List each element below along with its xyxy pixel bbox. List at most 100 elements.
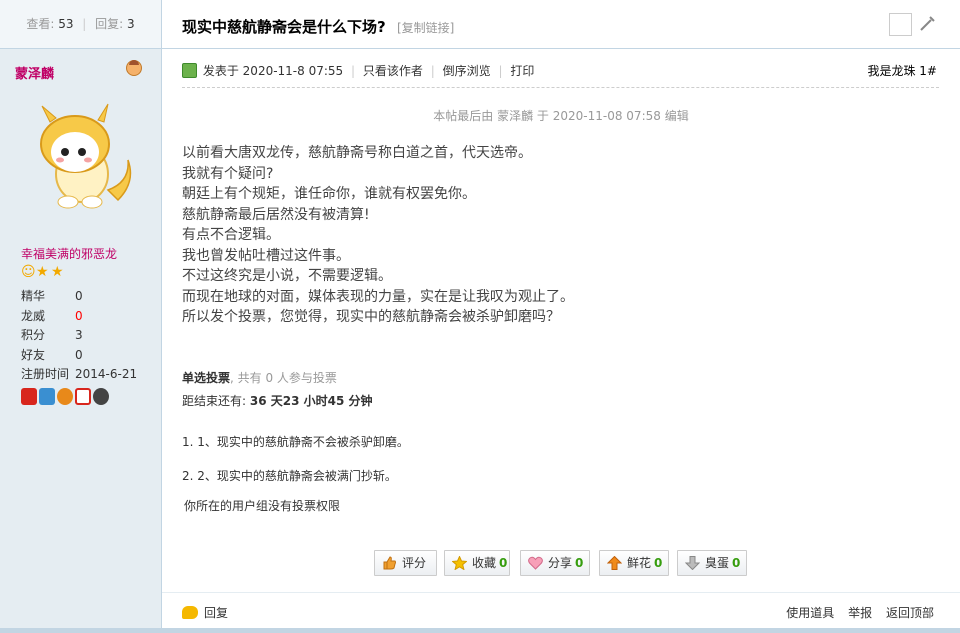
poll-count: , 共有 0 人参与投票 (230, 371, 337, 385)
thread-title: 现实中慈航静斋会是什么下场? [复制链接] (182, 16, 454, 37)
medal-icon[interactable] (39, 388, 55, 405)
flower-label: 鲜花 (627, 556, 652, 570)
stat-row: 精华 0 (21, 287, 137, 307)
stat-key: 精华 (21, 289, 46, 303)
views-count: 53 (58, 17, 74, 31)
footer-links: 使用道具 举报 返回顶部 (776, 604, 934, 621)
author-name[interactable]: 蒙泽麟 (15, 63, 54, 82)
reply-icon (182, 606, 198, 619)
sun-icon: ☺ (21, 264, 36, 280)
divider: | (351, 64, 356, 78)
stat-value: 0 (75, 308, 83, 323)
stat-value[interactable]: 0 (75, 348, 83, 362)
content-line: 我也曾发帖吐槽过这件事。 (182, 247, 350, 264)
favorite-button[interactable]: 收藏 0 (444, 550, 510, 576)
divider: | (430, 64, 435, 78)
stat-row: 龙威 0 (21, 307, 137, 327)
divider (162, 48, 960, 49)
star-icon (452, 556, 467, 570)
poll-deadline: 距结束还有: 36 天23 小时45 分钟 (182, 392, 373, 409)
print-link[interactable]: 打印 (510, 64, 534, 78)
reply-button[interactable]: 回复 (182, 604, 228, 621)
post-content: 以前看大唐双龙传，慈航静斋号称白道之首，代天选帝。 我就有个疑问? 朝廷上有个规… (182, 143, 574, 328)
replies-label: 回复: (95, 17, 124, 31)
content-line: 而现在地球的对面，媒体表现的力量，实在是让我叹为观止了。 (182, 288, 574, 305)
floor-number[interactable]: 我是龙珠 1# (867, 62, 937, 80)
medal-icon[interactable] (93, 388, 109, 405)
thread-stats: 查看: 53 | 回复: 3 (0, 0, 161, 49)
thumb-up-icon (383, 556, 396, 570)
stat-row: 积分 3 (21, 326, 137, 346)
use-tool-link[interactable]: 使用道具 (786, 606, 834, 620)
medal-icon[interactable] (75, 388, 91, 405)
share-count: 0 (575, 556, 584, 570)
star-icon: ★ (36, 264, 49, 280)
stat-key: 积分 (21, 328, 46, 342)
poll-option: 2. 2、现实中的慈航静斋会被满门抄斩。 (182, 469, 397, 483)
dragon-avatar[interactable] (20, 102, 140, 222)
share-button[interactable]: 分享 0 (520, 550, 590, 576)
stat-row: 注册时间 2014-6-21 (21, 365, 137, 385)
rate-button[interactable]: 评分 (374, 550, 437, 576)
content-line: 所以发个投票，您觉得，现实中的慈航静斋会被杀驴卸磨吗？ (182, 309, 560, 325)
stat-value[interactable]: 0 (75, 289, 83, 303)
poll-type: 单选投票 (182, 371, 231, 385)
report-link[interactable]: 举报 (848, 606, 872, 620)
no-permission-note: 你所在的用户组没有投票权限 (184, 499, 341, 513)
edit-icon[interactable] (917, 14, 937, 34)
poll-end-value: 36 天23 小时45 分钟 (249, 394, 373, 408)
stat-key: 好友 (21, 347, 46, 362)
floor-num: 1# (919, 64, 937, 78)
content-line: 以前看大唐双龙传，慈航静斋号称白道之首，代天选帝。 (182, 145, 532, 161)
divider: | (498, 64, 503, 78)
reverse-order-link[interactable]: 倒序浏览 (443, 64, 491, 78)
edited-note: 本帖最后由 蒙泽麟 于 2020-11-08 07:58 编辑 (433, 109, 689, 123)
divider: | (82, 17, 87, 31)
stat-row: 好友 0 (21, 346, 137, 366)
poll-end-label: 距结束还有: (182, 394, 247, 408)
author-sidebar: 查看: 53 | 回复: 3 蒙泽麟 幸福美满的邪恶龙 ☺★ ★ 精华 0 龙威… (0, 0, 162, 633)
back-to-top-link[interactable]: 返回顶部 (886, 606, 934, 620)
arrow-up-icon (607, 556, 622, 570)
poll-option: 1. 1、现实中的慈航静斋不会被杀驴卸磨。 (182, 435, 409, 449)
egg-label: 臭蛋 (705, 556, 730, 570)
user-group[interactable]: 幸福美满的邪恶龙 (21, 245, 117, 262)
user-online-icon (126, 60, 142, 76)
rate-label: 评分 (402, 556, 427, 570)
stat-value: 3 (75, 328, 83, 342)
copy-link-button[interactable]: [复制链接] (397, 21, 454, 35)
arrow-down-icon (685, 556, 700, 570)
content-line: 不过这终究是小说，不需要逻辑。 (182, 268, 392, 284)
checkbox-box[interactable] (889, 13, 912, 36)
thread-title-text: 现实中慈航静斋会是什么下场? (182, 18, 386, 36)
stat-key: 龙威 (21, 308, 46, 323)
favorite-count: 0 (499, 556, 508, 570)
share-label: 分享 (548, 556, 573, 570)
rank-stars: ☺★ ★ (21, 265, 66, 279)
egg-button[interactable]: 臭蛋 0 (677, 550, 747, 576)
heart-icon (528, 556, 543, 570)
medal-icon[interactable] (21, 388, 37, 405)
thread-view: 查看: 53 | 回复: 3 蒙泽麟 幸福美满的邪恶龙 ☺★ ★ 精华 0 龙威… (0, 0, 960, 633)
content-line: 慈航静斋最后居然没有被清算! (182, 206, 370, 223)
favorite-label: 收藏 (472, 556, 497, 570)
post-info-bar: 发表于 2020-11-8 07:55 | 只看该作者 | 倒序浏览 | 打印 … (182, 62, 937, 82)
poll-header: 单选投票, 共有 0 人参与投票 (182, 369, 337, 386)
online-icon (182, 63, 197, 78)
star-icon: ★ (51, 264, 64, 280)
reply-label: 回复 (204, 606, 229, 620)
views-label: 查看: (26, 17, 55, 31)
only-author-link[interactable]: 只看该作者 (363, 64, 423, 78)
posted-label: 发表于 (202, 64, 239, 78)
flower-count: 0 (654, 556, 663, 570)
replies-count: 3 (127, 17, 135, 31)
stat-key: 注册时间 (21, 367, 70, 381)
author-stats: 精华 0 龙威 0 积分 3 好友 0 注册时间 2014-6-21 (21, 287, 137, 385)
divider (162, 592, 960, 593)
post-main: 现实中慈航静斋会是什么下场? [复制链接] 发表于 2020-11-8 07:5… (162, 0, 960, 633)
content-line: 朝廷上有个规矩，谁任命你，谁就有权罢免你。 (182, 186, 476, 202)
egg-count: 0 (732, 556, 741, 570)
medals (21, 388, 111, 408)
flower-button[interactable]: 鲜花 0 (599, 550, 669, 576)
medal-icon[interactable] (57, 388, 73, 405)
